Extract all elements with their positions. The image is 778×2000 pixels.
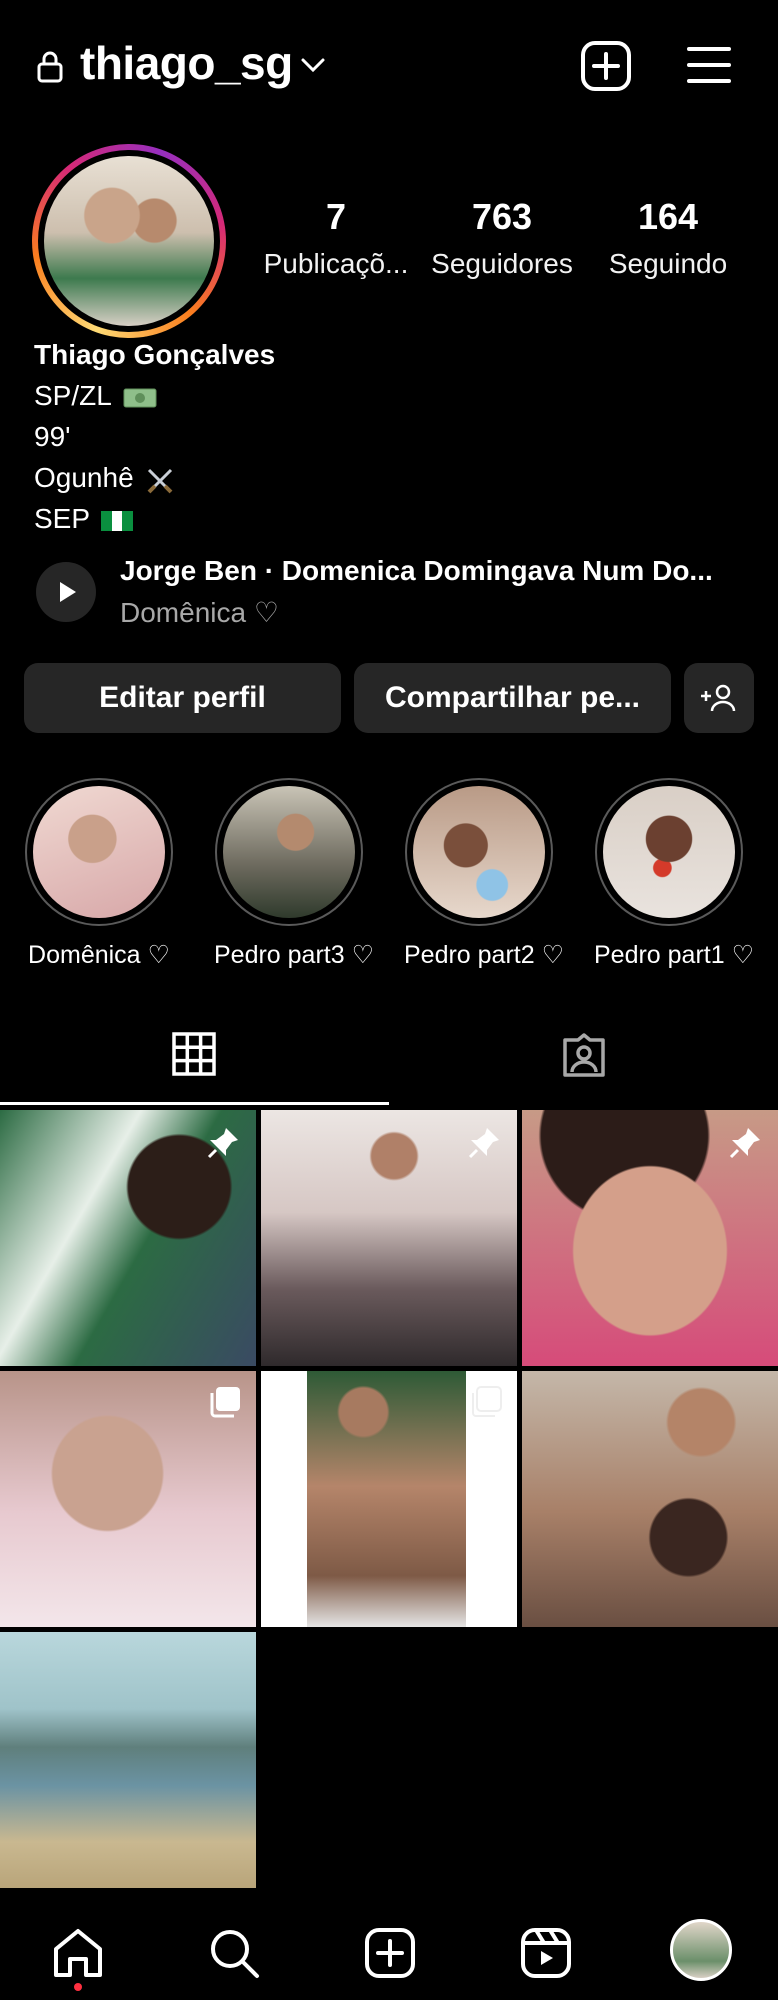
display-name: Thiago Gonçalves — [34, 339, 276, 370]
post-thumbnail[interactable] — [0, 1371, 256, 1627]
reels-icon[interactable] — [518, 1925, 574, 1981]
tab-posts-grid[interactable] — [0, 1020, 389, 1108]
crossed-swords-emoji — [148, 468, 173, 494]
highlight-cover — [33, 786, 165, 918]
highlight-cover — [413, 786, 545, 918]
music-subtitle: Domênica ♡ — [120, 597, 279, 628]
discover-people-button[interactable] — [684, 663, 754, 733]
highlight-cover — [223, 786, 355, 918]
bottom-navigation — [0, 1905, 778, 2000]
post-thumbnail[interactable] — [0, 1632, 256, 1888]
grid-icon — [172, 1032, 216, 1076]
highlight-item[interactable]: Pedro part1 ♡ — [594, 778, 754, 970]
add-person-icon — [701, 684, 736, 712]
tab-tagged[interactable] — [389, 1020, 778, 1108]
highlight-label: Domênica ♡ — [28, 941, 170, 969]
notification-dot — [74, 1983, 82, 1991]
highlight-item[interactable]: Pedro part2 ♡ — [404, 778, 564, 970]
music-title[interactable]: Jorge Ben · Domenica Domingava Num Do... — [120, 555, 713, 587]
carousel-icon — [210, 1387, 240, 1418]
bio-line: 99' — [34, 421, 71, 452]
lock-icon — [37, 51, 63, 83]
followers-stat[interactable]: 763 Seguidores — [422, 196, 582, 280]
post-thumbnail[interactable] — [522, 1371, 778, 1627]
highlight-item[interactable]: Pedro part3 ♡ — [214, 778, 374, 970]
search-icon[interactable] — [206, 1925, 262, 1981]
highlight-item[interactable]: Domênica ♡ — [24, 778, 174, 970]
tagged-icon — [563, 1033, 605, 1077]
pin-icon — [729, 1128, 760, 1159]
carousel-icon — [472, 1386, 502, 1417]
avatar-photo — [44, 156, 214, 326]
highlight-label: Pedro part3 ♡ — [214, 941, 374, 969]
followers-count: 763 — [471, 196, 533, 237]
create-icon[interactable] — [362, 1925, 418, 1981]
highlight-label: Pedro part1 ♡ — [594, 941, 754, 969]
play-icon — [60, 582, 76, 602]
pin-icon — [468, 1128, 499, 1159]
profile-avatar[interactable] — [32, 144, 226, 338]
edit-profile-button[interactable]: Editar perfil — [24, 663, 341, 733]
posts-stat[interactable]: 7 Publicaçõ... — [256, 196, 416, 280]
post-thumbnail[interactable] — [522, 1110, 778, 1366]
music-play-button[interactable] — [36, 562, 96, 622]
menu-icon[interactable] — [686, 44, 732, 86]
following-count: 164 — [637, 196, 699, 237]
highlight-cover — [603, 786, 735, 918]
posts-count: 7 — [325, 196, 347, 237]
share-profile-button[interactable]: Compartilhar pe... — [354, 663, 671, 733]
top-bar: thiago_sg — [0, 0, 778, 130]
highlight-label: Pedro part2 ♡ — [404, 941, 564, 969]
chevron-down-icon[interactable] — [300, 56, 326, 74]
add-post-icon[interactable] — [580, 40, 632, 92]
post-thumbnail[interactable] — [261, 1110, 517, 1366]
following-stat[interactable]: 164 Seguindo — [588, 196, 748, 280]
bio-line: SEP — [34, 498, 275, 539]
active-tab-indicator — [0, 1102, 389, 1105]
post-thumbnail[interactable] — [0, 1110, 256, 1366]
bio: Thiago Gonçalves SP/ZL 99' Ogunhê SEP — [34, 334, 275, 539]
followers-label: Seguidores — [431, 248, 573, 279]
pin-icon — [207, 1128, 238, 1159]
nigeria-flag-emoji — [101, 510, 134, 531]
bio-line: Ogunhê — [34, 457, 275, 498]
posts-label: Publicaçõ... — [263, 248, 409, 279]
profile-avatar[interactable] — [670, 1919, 732, 1981]
money-emoji — [123, 388, 157, 408]
username[interactable]: thiago_sg — [80, 36, 293, 90]
following-label: Seguindo — [608, 248, 728, 279]
home-icon[interactable] — [50, 1925, 106, 1981]
bio-line: SP/ZL — [34, 375, 275, 416]
post-thumbnail[interactable] — [261, 1371, 517, 1627]
